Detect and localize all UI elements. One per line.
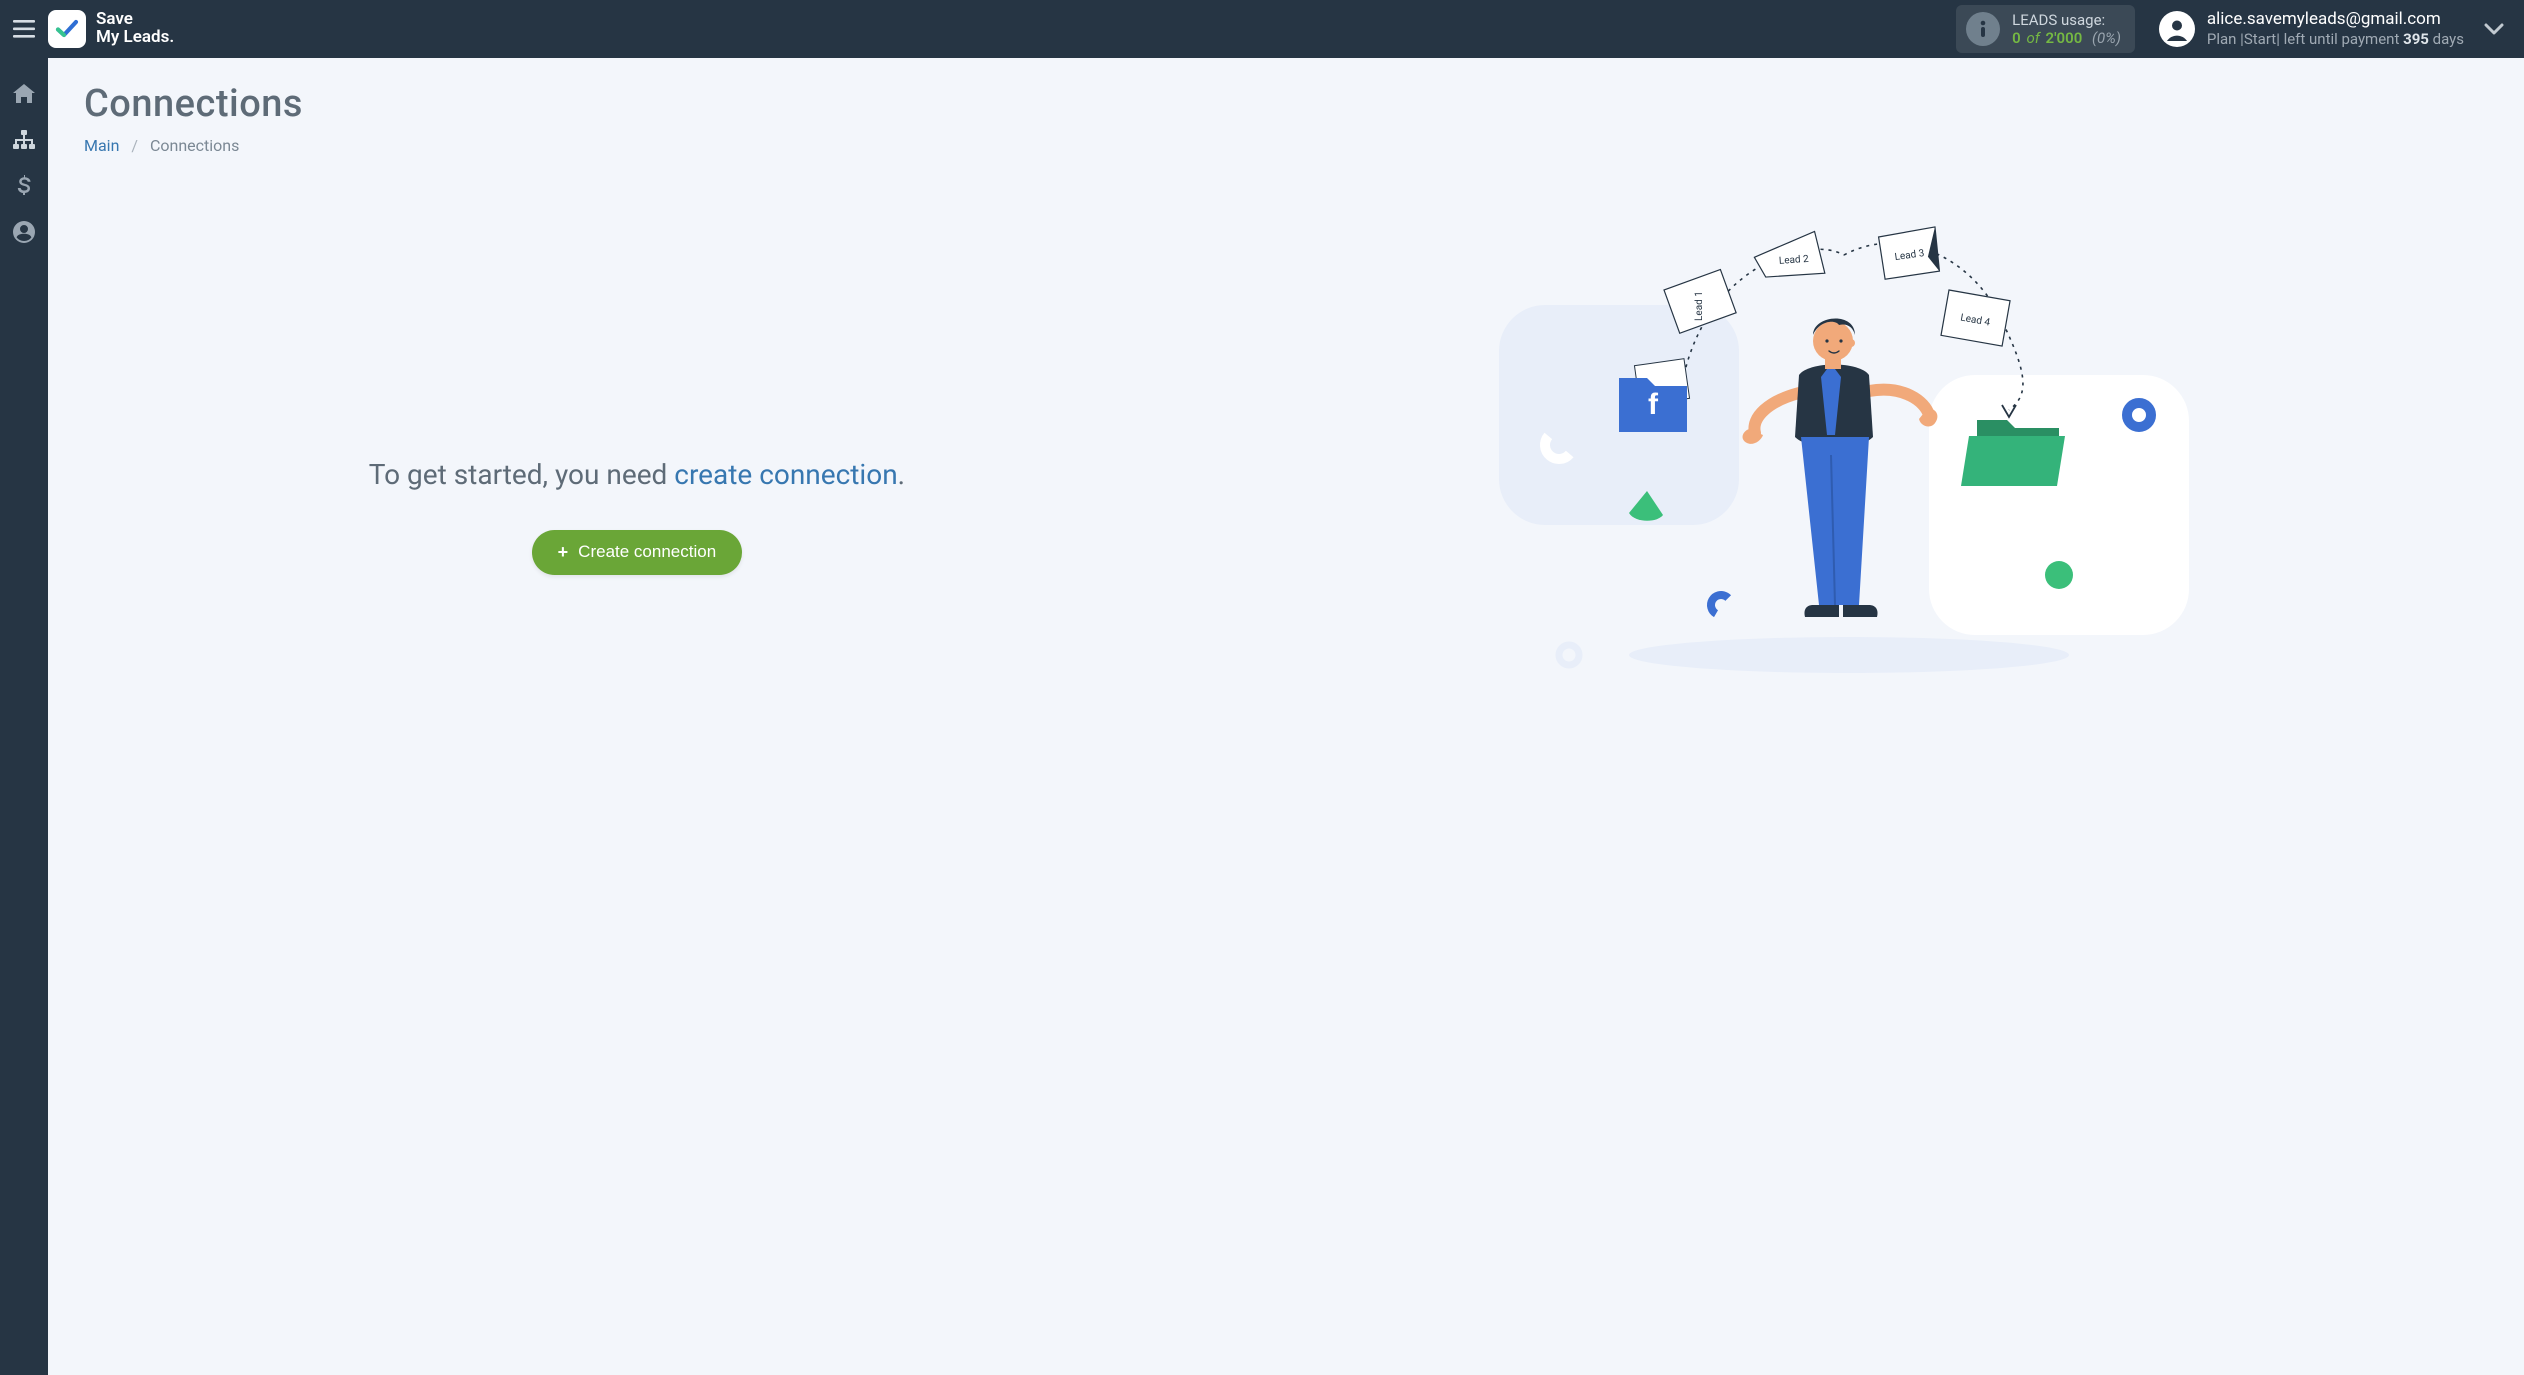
- svg-text:Lead 1: Lead 1: [1694, 291, 1705, 321]
- breadcrumb-sep: /: [131, 136, 138, 155]
- empty-state: To get started, you need create connecti…: [84, 195, 1190, 715]
- leads-of: of: [2026, 29, 2039, 47]
- leads-usage-box[interactable]: LEADS usage: 0 of 2'000 (0%): [1956, 5, 2135, 53]
- brand-logo: [48, 10, 86, 48]
- avatar-icon: [2159, 11, 2195, 47]
- brand-line2: My Leads.: [96, 29, 174, 47]
- account-email: alice.savemyleads@gmail.com: [2207, 9, 2464, 30]
- breadcrumb-current: Connections: [150, 136, 239, 155]
- page-title: Connections: [84, 82, 2488, 126]
- svg-text:f: f: [1648, 388, 1659, 421]
- leads-used: 0: [2012, 29, 2021, 47]
- create-connection-label: Create connection: [578, 542, 716, 562]
- brand-text: Save My Leads.: [96, 11, 174, 47]
- hero-prefix: To get started, you need: [369, 458, 675, 491]
- create-connection-button[interactable]: + Create connection: [532, 530, 743, 575]
- brand[interactable]: Save My Leads.: [48, 10, 174, 48]
- sitemap-icon: [13, 130, 35, 150]
- home-icon: [13, 84, 35, 104]
- leads-total: 2'000: [2046, 29, 2083, 47]
- breadcrumb-root[interactable]: Main: [84, 136, 119, 155]
- sidebar: [0, 58, 48, 1375]
- chevron-down-icon: [2484, 23, 2504, 35]
- illustration: Lead 1 Lead 2 Lead 3: [1499, 195, 2199, 715]
- plan-prefix: Plan |: [2207, 30, 2244, 48]
- plan-days: 395: [2403, 30, 2429, 48]
- sidebar-item-home[interactable]: [0, 72, 48, 116]
- topbar: Save My Leads. LEADS usage: 0 of 2'000 (…: [0, 0, 2524, 58]
- leads-values: 0 of 2'000 (0%): [2012, 29, 2121, 47]
- account-menu[interactable]: alice.savemyleads@gmail.com Plan |Start|…: [2159, 9, 2504, 49]
- plan-sfx2: days: [2429, 30, 2464, 48]
- sidebar-item-account[interactable]: [0, 210, 48, 254]
- hero-text: To get started, you need create connecti…: [359, 455, 915, 496]
- menu-button[interactable]: [0, 0, 48, 58]
- svg-text:Lead 2: Lead 2: [1778, 254, 1809, 267]
- leads-title: LEADS usage:: [2012, 11, 2121, 29]
- plan-sfx1: | left until payment: [2276, 30, 2403, 48]
- dollar-icon: [17, 175, 31, 197]
- check-icon: [54, 16, 80, 42]
- account-lines: alice.savemyleads@gmail.com Plan |Start|…: [2207, 9, 2464, 49]
- plus-icon: +: [558, 542, 569, 563]
- sidebar-item-connections[interactable]: [0, 118, 48, 162]
- leads-lines: LEADS usage: 0 of 2'000 (0%): [2012, 11, 2121, 47]
- plan-name: Start: [2244, 30, 2276, 48]
- hero-suffix: .: [898, 458, 905, 491]
- hero-link[interactable]: create connection: [674, 458, 897, 491]
- account-plan: Plan |Start| left until payment 395 days: [2207, 30, 2464, 49]
- illustration-wrap: Lead 1 Lead 2 Lead 3: [1210, 195, 2488, 715]
- main-content: Connections Main / Connections To get st…: [48, 58, 2524, 1375]
- menu-icon: [13, 20, 35, 38]
- sidebar-item-billing[interactable]: [0, 164, 48, 208]
- leads-pct: (0%): [2092, 29, 2121, 47]
- user-circle-icon: [13, 221, 35, 243]
- info-icon: [1966, 12, 2000, 46]
- breadcrumb: Main / Connections: [84, 136, 2488, 155]
